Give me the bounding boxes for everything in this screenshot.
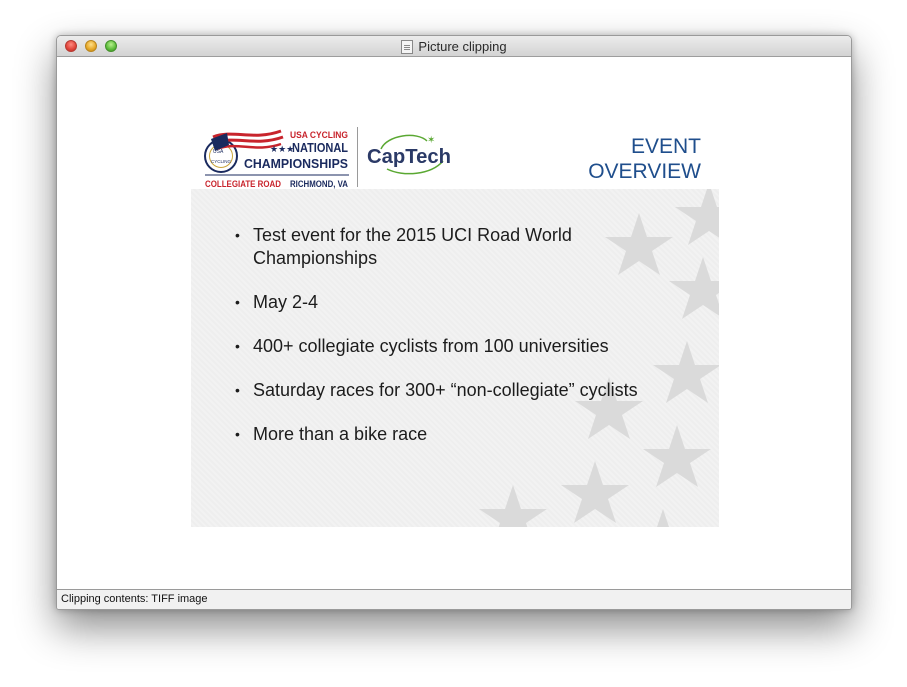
bullet-item: • More than a bike race bbox=[235, 423, 655, 446]
clipping-content-area: USA CYCLING USA CYCLING ★★★ NATIONAL CHA… bbox=[57, 57, 851, 588]
bullet-text: Test event for the 2015 UCI Road World C… bbox=[253, 225, 572, 268]
star-icon bbox=[657, 509, 669, 527]
slide-title-line-1: EVENT bbox=[630, 135, 701, 158]
slide-header: USA CYCLING USA CYCLING ★★★ NATIONAL CHA… bbox=[191, 121, 719, 189]
logo-collegiate-road: COLLEGIATE ROAD bbox=[205, 179, 281, 189]
title-bar[interactable]: Picture clipping bbox=[57, 36, 851, 57]
usa-cycling-national-championships-logo: USA CYCLING USA CYCLING ★★★ NATIONAL CHA… bbox=[204, 129, 349, 189]
status-text: Clipping contents: TIFF image bbox=[61, 593, 208, 605]
bullet-item: • Saturday races for 300+ “non-collegiate… bbox=[235, 379, 655, 402]
captech-logo: ✶ CapTech bbox=[367, 134, 451, 175]
logo-richmond: RICHMOND, VA bbox=[290, 179, 348, 189]
bullet-text: Saturday races for 300+ “non-collegiate”… bbox=[253, 380, 638, 400]
bullet-item: • 400+ collegiate cyclists from 100 unive… bbox=[235, 335, 655, 358]
slide-title: EVENT OVERVIEW bbox=[588, 134, 701, 184]
captech-wordmark: CapTech bbox=[367, 146, 451, 168]
bullet-marker: • bbox=[235, 294, 240, 310]
presentation-slide: USA CYCLING USA CYCLING ★★★ NATIONAL CHA… bbox=[191, 121, 719, 527]
bullet-list: • Test event for the 2015 UCI Road World … bbox=[235, 224, 655, 467]
status-bar: Clipping contents: TIFF image bbox=[57, 589, 851, 609]
logo-divider bbox=[357, 127, 358, 187]
star-icon bbox=[653, 341, 719, 403]
bullet-marker: • bbox=[235, 338, 240, 354]
bullet-item: • Test event for the 2015 UCI Road World … bbox=[235, 224, 655, 270]
bullet-text: More than a bike race bbox=[253, 424, 428, 444]
bullet-item: • May 2-4 bbox=[235, 291, 655, 314]
logo-stars: ★★★ bbox=[270, 145, 294, 155]
logo-national: NATIONAL bbox=[292, 140, 348, 155]
bullet-marker: • bbox=[235, 382, 240, 398]
star-icon bbox=[561, 461, 629, 523]
slide-body: • Test event for the 2015 UCI Road World … bbox=[191, 189, 719, 527]
bullet-marker: • bbox=[235, 426, 240, 442]
logo-championships: CHAMPIONSHIPS bbox=[244, 156, 348, 171]
bullet-marker: • bbox=[235, 227, 240, 243]
star-icon bbox=[669, 257, 719, 319]
picture-clipping-window: Picture clipping USA CYCLING USA CYCLING… bbox=[56, 35, 852, 610]
bullet-text: 400+ collegiate cyclists from 100 univer… bbox=[253, 336, 609, 356]
star-icon bbox=[675, 189, 719, 245]
window-title: Picture clipping bbox=[418, 39, 507, 54]
badge-text-cycling: CYCLING bbox=[211, 159, 232, 164]
window-title-group: Picture clipping bbox=[57, 36, 851, 57]
document-icon bbox=[401, 39, 414, 54]
captech-star: ✶ bbox=[427, 135, 435, 146]
slide-title-line-2: OVERVIEW bbox=[588, 160, 701, 183]
star-icon bbox=[479, 485, 547, 527]
bullet-text: May 2-4 bbox=[253, 292, 319, 312]
